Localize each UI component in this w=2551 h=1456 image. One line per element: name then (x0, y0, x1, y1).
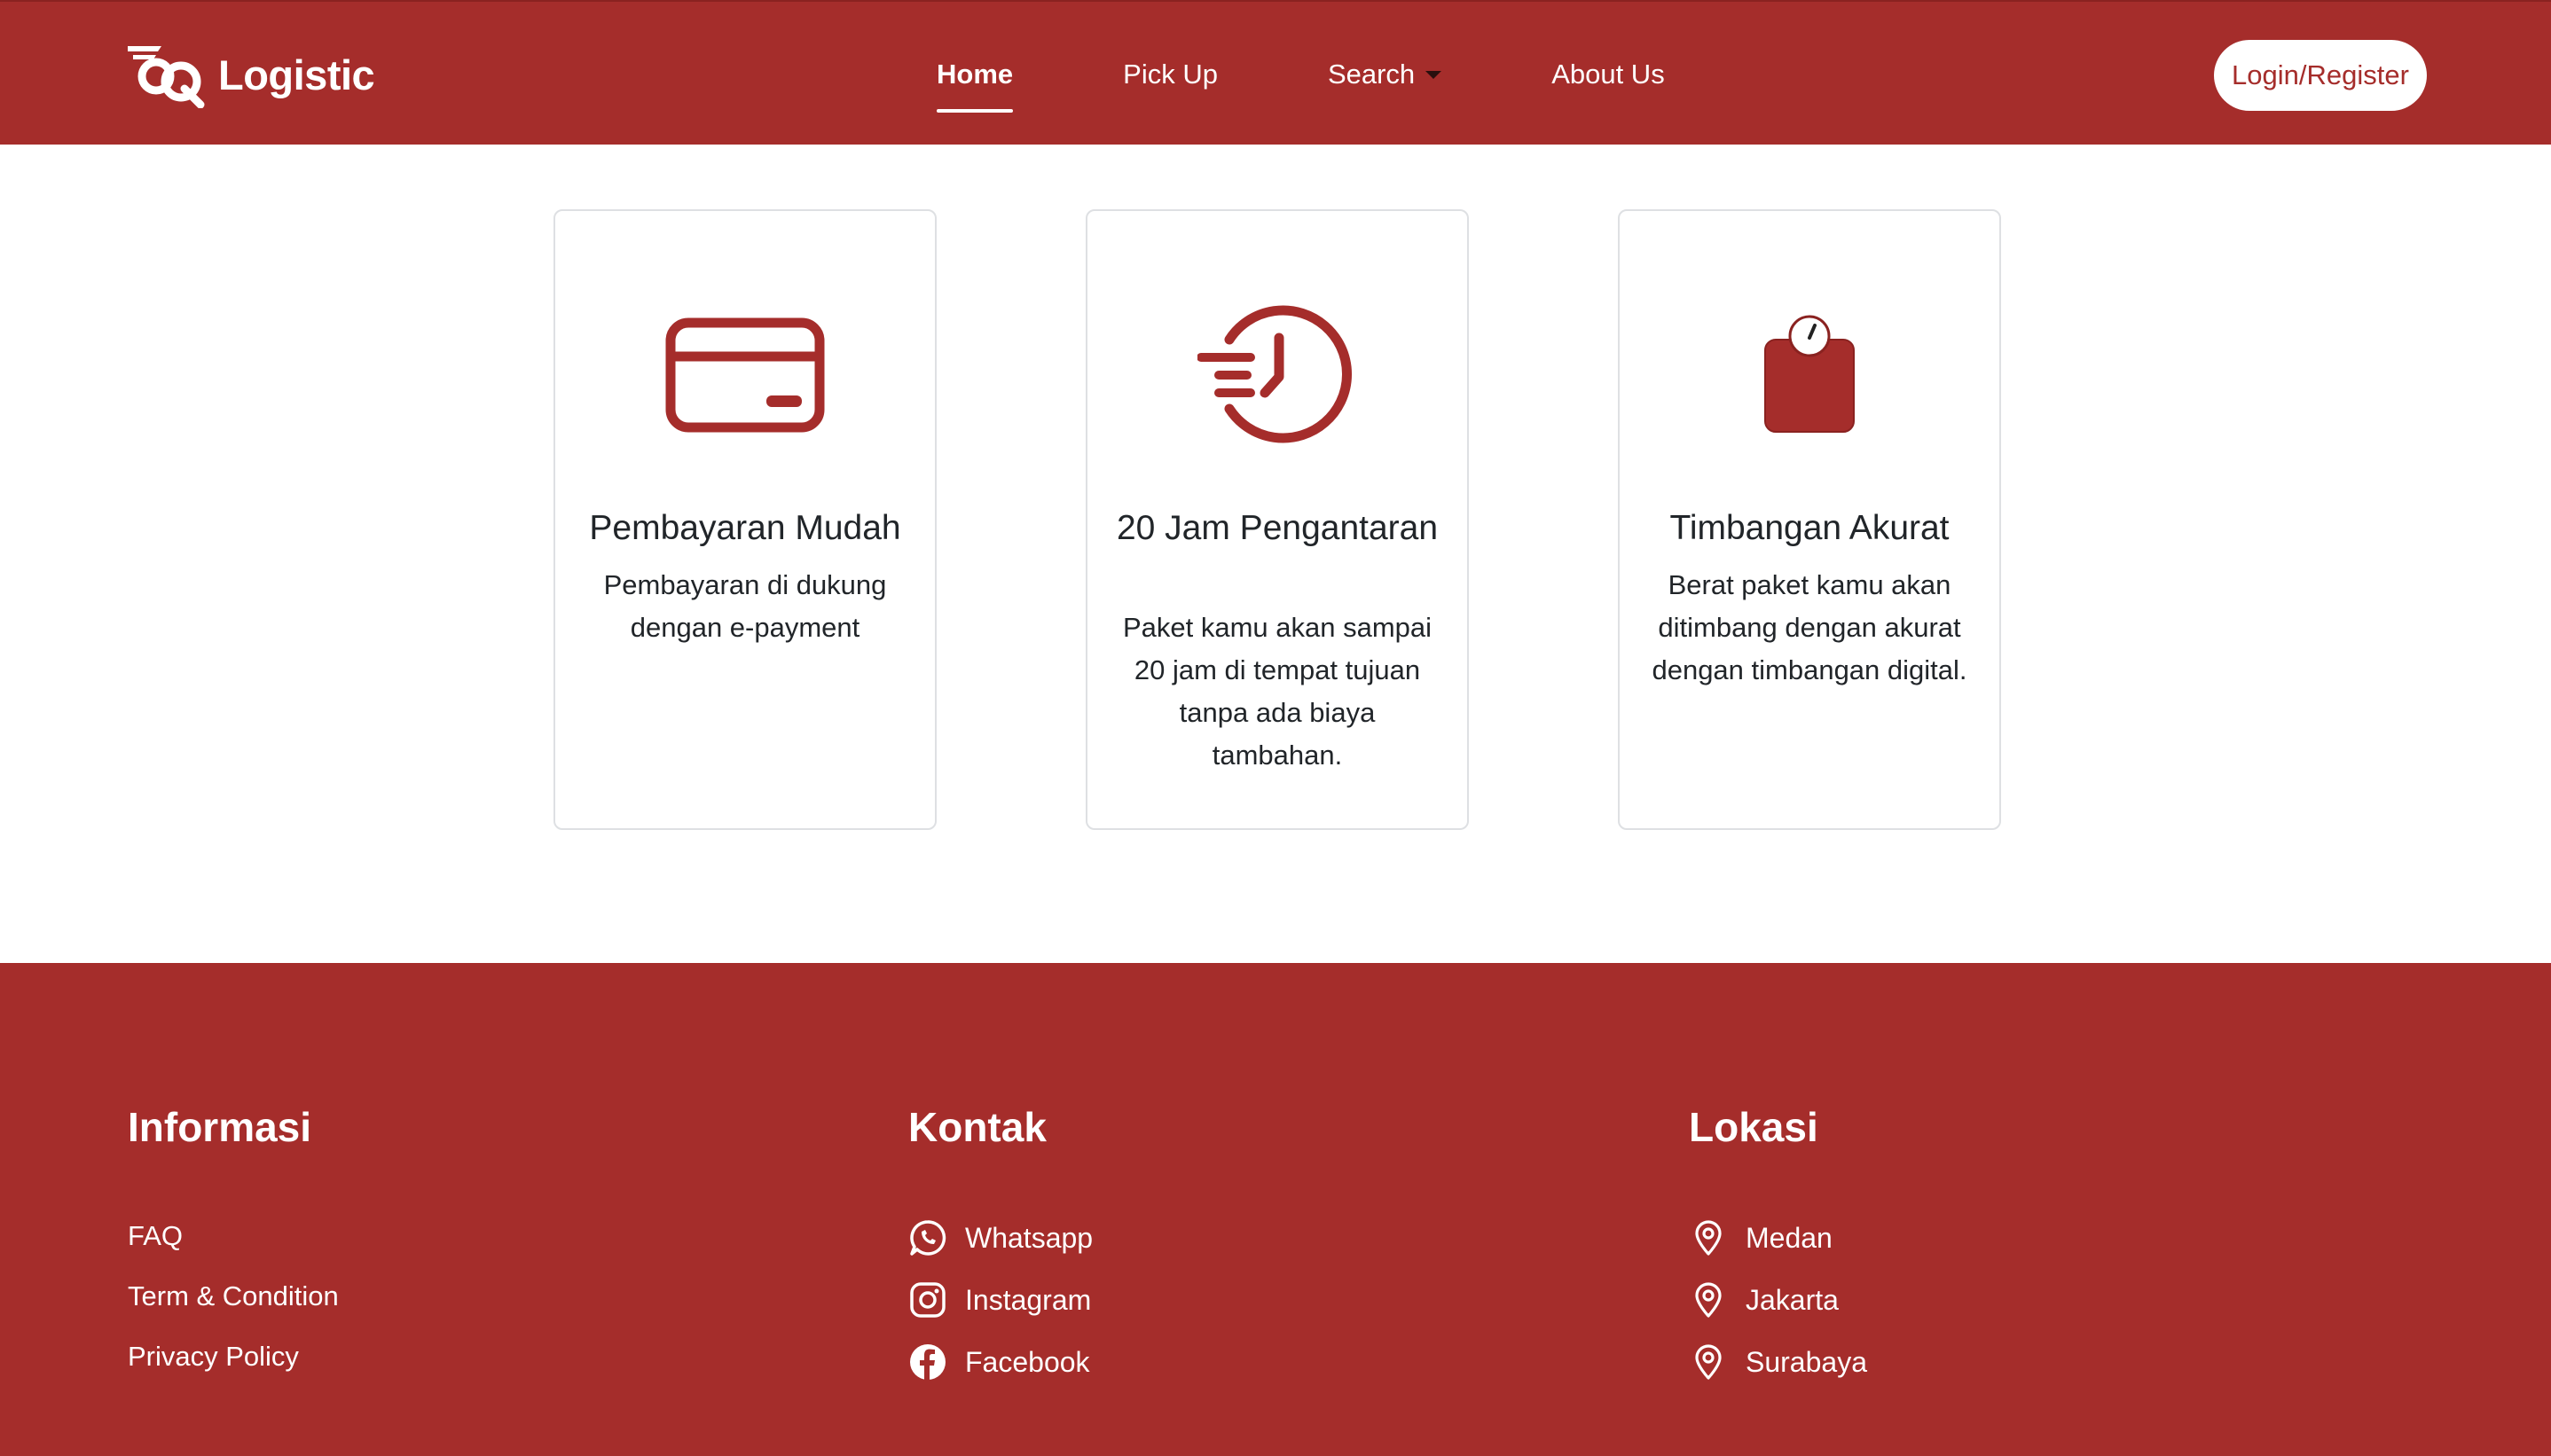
contact-whatsapp[interactable]: Whatsapp (908, 1218, 1093, 1257)
nav-search-label: Search (1327, 58, 1416, 90)
location-jakarta[interactable]: Jakarta (1689, 1280, 1839, 1319)
facebook-icon (908, 1342, 947, 1382)
location-surabaya-label: Surabaya (1746, 1345, 1867, 1378)
navbar: Logistic Home Pick Up Search About Us Lo… (0, 0, 2551, 145)
fast-clock-icon (1197, 300, 1357, 450)
location-medan-label: Medan (1746, 1221, 1833, 1254)
contact-instagram-label: Instagram (965, 1283, 1092, 1316)
location-jakarta-label: Jakarta (1746, 1283, 1839, 1316)
location-surabaya[interactable]: Surabaya (1689, 1342, 1867, 1382)
location-pin-icon (1689, 1280, 1728, 1319)
footer-kontak-title: Kontak (908, 1104, 1047, 1150)
footer-link-term-condition[interactable]: Term & Condition (128, 1280, 339, 1312)
login-register-button[interactable]: Login/Register (2214, 40, 2427, 111)
footer-link-faq[interactable]: FAQ (128, 1220, 183, 1252)
main-nav: Home Pick Up Search About Us (905, 2, 1681, 146)
footer-informasi-title: Informasi (128, 1104, 312, 1150)
contact-facebook[interactable]: Facebook (908, 1342, 1090, 1382)
location-medan[interactable]: Medan (1689, 1218, 1833, 1257)
feature-description: Pembayaran di dukung dengan e-payment (603, 569, 887, 643)
feature-card-delivery: 20 Jam Pengantaran Paket kamu akan sampa… (1086, 209, 1469, 830)
feature-title: Pembayaran Mudah (589, 509, 901, 547)
credit-card-icon (665, 300, 825, 450)
nav-home[interactable]: Home (921, 2, 1029, 146)
nav-pick-up[interactable]: Pick Up (1107, 2, 1234, 146)
feature-card-scale: Timbangan Akurat Berat paket kamu akan d… (1618, 209, 2001, 830)
contact-instagram[interactable]: Instagram (908, 1280, 1091, 1319)
feature-title: Timbangan Akurat (1669, 509, 1950, 547)
location-pin-icon (1689, 1218, 1728, 1257)
contact-whatsapp-label: Whatsapp (965, 1221, 1094, 1254)
whatsapp-icon (908, 1218, 947, 1257)
nav-home-label: Home (937, 58, 1014, 90)
feature-card-payment: Pembayaran Mudah Pembayaran di dukung de… (553, 209, 937, 830)
footer: Informasi FAQ Term & Condition Privacy P… (0, 963, 2551, 1456)
footer-link-privacy-policy[interactable]: Privacy Policy (128, 1341, 299, 1373)
location-pin-icon (1689, 1342, 1728, 1382)
nav-pick-up-label: Pick Up (1123, 58, 1218, 90)
caret-down-icon (1425, 71, 1442, 79)
contact-facebook-label: Facebook (965, 1345, 1090, 1378)
instagram-icon (908, 1280, 947, 1319)
feature-description: Berat paket kamu akan ditimbang dengan a… (1652, 569, 1967, 685)
nav-search-dropdown[interactable]: Search (1312, 2, 1457, 146)
feature-title: 20 Jam Pengantaran (1116, 509, 1439, 547)
footer-lokasi-title: Lokasi (1689, 1104, 1818, 1150)
brand-name: Logistic (218, 51, 375, 98)
nav-about-us[interactable]: About Us (1535, 2, 1681, 146)
feature-description: Paket kamu akan sampai 20 jam di tempat … (1122, 612, 1432, 771)
logistic-logo-icon (128, 46, 205, 108)
weighing-scale-icon (1730, 300, 1889, 450)
brand[interactable]: Logistic (126, 41, 375, 108)
nav-about-us-label: About Us (1551, 58, 1665, 90)
